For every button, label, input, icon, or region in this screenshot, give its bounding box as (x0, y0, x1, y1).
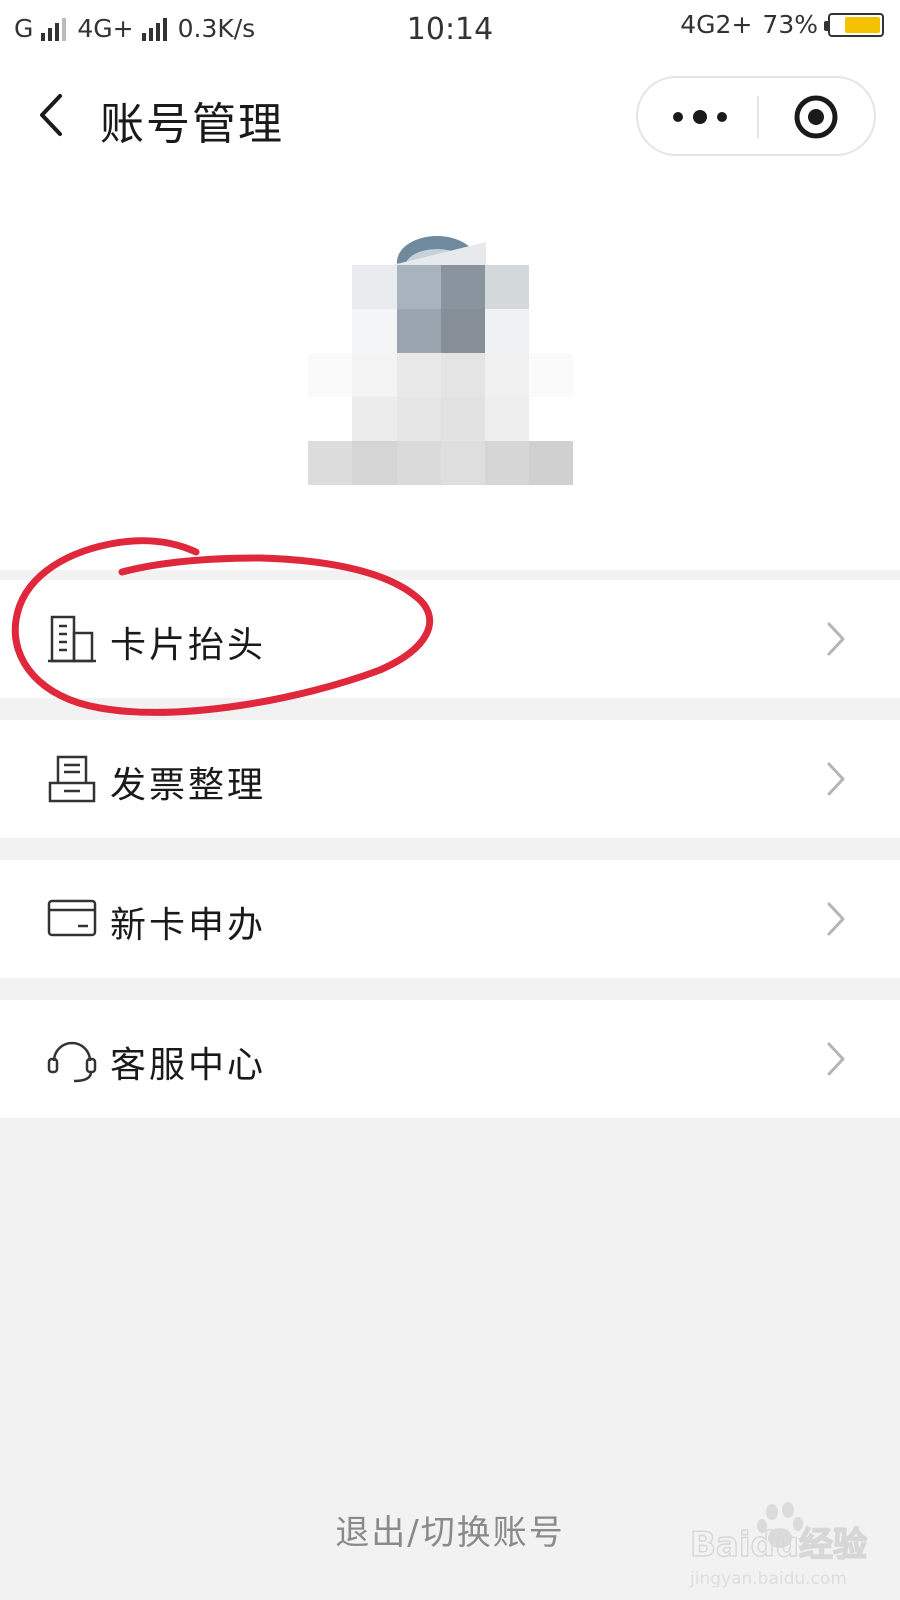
watermark-brand: Baidu经验 (690, 1525, 867, 1565)
chevron-right-icon (827, 1042, 845, 1076)
battery-info: 4G2+ 73% (680, 10, 884, 39)
chevron-right-icon (827, 622, 845, 656)
card-icon (47, 899, 97, 937)
target-close-icon (794, 95, 838, 139)
menu-item-invoice-organize[interactable]: 发票整理 (0, 720, 900, 838)
invoice-tray-icon (48, 755, 96, 803)
menu-item-customer-service[interactable]: 客服中心 (0, 1000, 900, 1118)
chevron-left-icon (40, 94, 62, 136)
more-button[interactable] (660, 94, 740, 140)
headset-icon (47, 1041, 97, 1083)
navigation-bar: 账号管理 (0, 60, 900, 170)
menu-item-label: 客服中心 (110, 1045, 267, 1086)
building-icon (48, 615, 96, 663)
page-title: 账号管理 (100, 99, 284, 150)
avatar (308, 236, 573, 485)
watermark-url: jingyan.baidu.com (690, 1569, 847, 1589)
capsule-divider (757, 96, 759, 138)
menu-item-new-card[interactable]: 新卡申办 (0, 860, 900, 978)
chevron-right-icon (827, 762, 845, 796)
menu-item-label: 发票整理 (110, 765, 267, 806)
menu-item-label: 新卡申办 (110, 905, 267, 946)
battery-percent: 73% (762, 10, 818, 39)
menu-item-label: 卡片抬头 (110, 625, 267, 666)
chevron-right-icon (827, 902, 845, 936)
close-button[interactable] (776, 90, 856, 144)
back-button[interactable] (34, 90, 74, 140)
mini-program-capsule (636, 76, 876, 156)
more-dots-icon (673, 110, 727, 124)
account-management-screen: G 4G+ 0.3K/s 10:14 4G2+ 73% 账号管理 卡片抬头 发票… (0, 0, 900, 1600)
battery-icon (824, 12, 884, 37)
status-bar: G 4G+ 0.3K/s 10:14 4G2+ 73% (0, 0, 900, 60)
battery-fill (844, 16, 880, 33)
network-type: 4G2+ (680, 10, 753, 39)
menu-item-card-header[interactable]: 卡片抬头 (0, 580, 900, 698)
baidu-jingyan-watermark: Baidu经验 jingyan.baidu.com (690, 1502, 868, 1589)
profile-section (0, 170, 900, 570)
